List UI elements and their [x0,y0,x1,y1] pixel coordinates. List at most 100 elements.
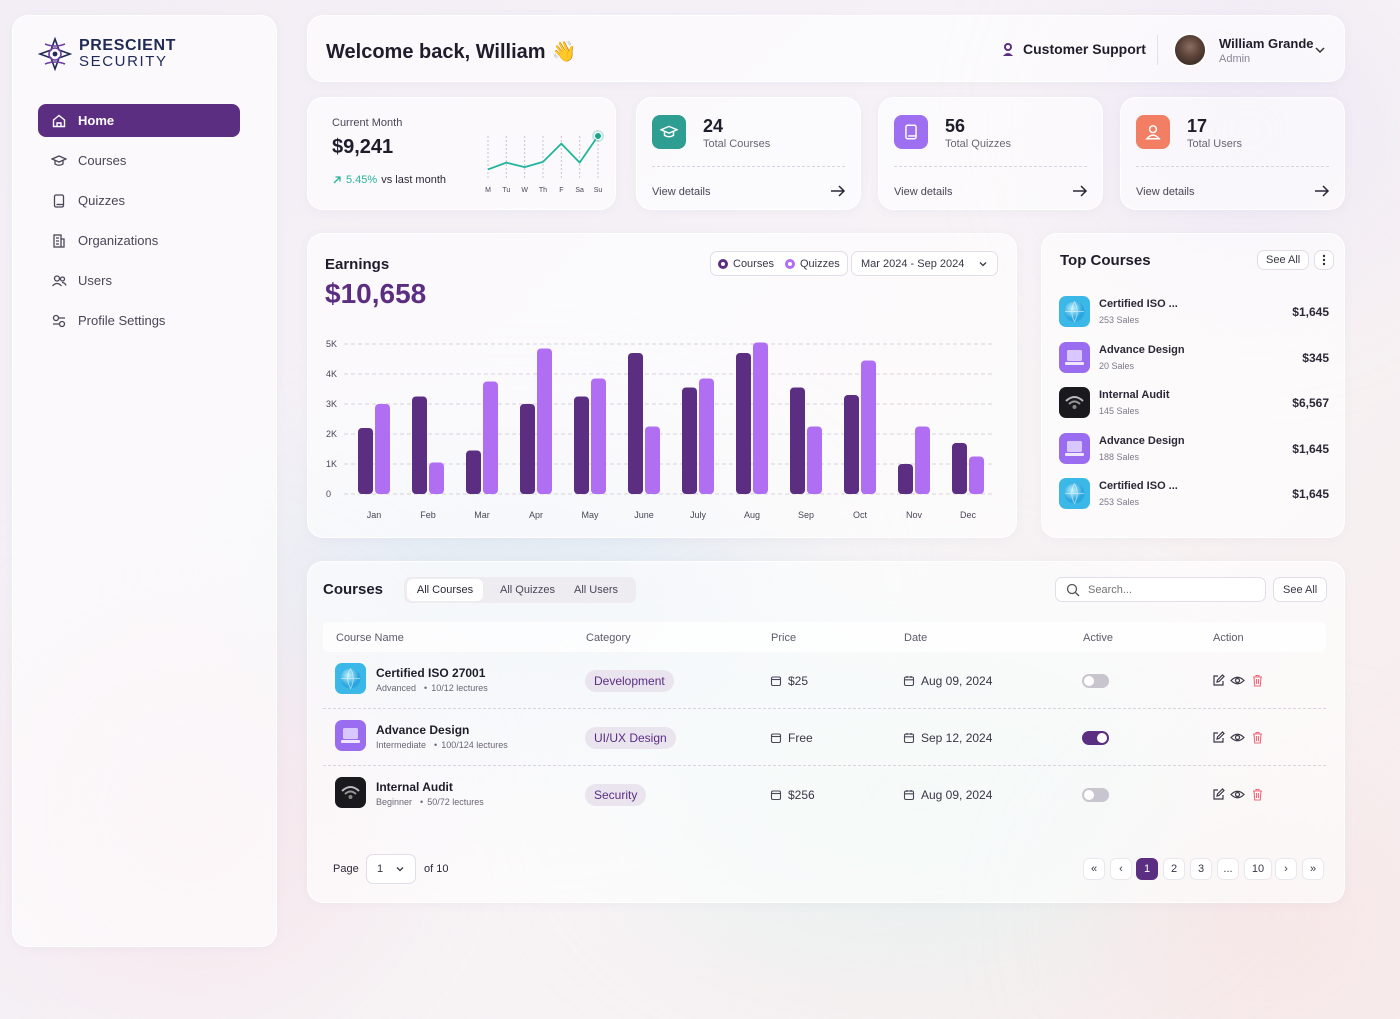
next-page-button[interactable]: › [1275,858,1297,880]
view-details-link[interactable]: View details [652,186,711,198]
chevron-down-icon[interactable] [1314,44,1326,56]
x-tick-label: Sep [798,510,814,520]
bar-courses[interactable] [952,443,967,494]
column-header: Category [586,632,631,644]
brand-logo[interactable]: PRESCIENT SECURITY [37,36,176,72]
top-course-item[interactable]: Certified ISO ... 253 Sales [1059,296,1329,327]
search-icon [1066,583,1080,596]
y-tick-label: 1K [326,459,337,469]
bar-quizzes[interactable] [969,456,984,495]
table-row[interactable]: Internal Audit Beginner • 50/72 lectures Sec… [323,766,1326,823]
edit-icon[interactable] [1212,731,1225,744]
bar-quizzes[interactable] [753,342,768,495]
bar-quizzes[interactable] [915,426,930,495]
legend-quizzes-dot[interactable] [784,258,795,269]
y-tick-label: 5K [326,339,337,349]
sidebar-item-organizations[interactable]: Organizations [38,224,240,257]
search-box[interactable] [1055,577,1266,602]
view-details-link[interactable]: View details [894,186,953,198]
active-toggle[interactable] [1082,788,1109,802]
top-course-item[interactable]: Advance Design 188 Sales [1059,432,1329,464]
page-select-value: 1 [377,863,384,875]
page-button[interactable]: 2 [1163,858,1185,880]
top-course-item[interactable]: Advance Design 20 Sales [1059,341,1329,373]
legend-quizzes-label[interactable]: Quizzes [800,258,840,270]
current-month-label: Current Month [332,117,403,129]
bar-quizzes[interactable] [537,348,552,495]
sidebar-item-users[interactable]: Users [38,264,240,297]
bar-courses[interactable] [412,396,427,495]
earnings-card: Earnings $10,658 Courses Quizzes Mar 202… [307,233,1017,538]
tab-all-quizzes[interactable]: All Quizzes [500,584,555,596]
bar-courses[interactable] [358,428,373,494]
page-select[interactable]: 1 [366,854,416,884]
tab-all-users[interactable]: All Users [574,584,618,596]
bar-quizzes[interactable] [699,378,714,495]
edit-icon[interactable] [1212,674,1225,687]
bar-quizzes[interactable] [429,462,444,495]
top-course-sales: 145 Sales [1099,406,1140,417]
arrow-right-icon[interactable] [1072,184,1088,198]
trash-icon[interactable] [1252,731,1263,744]
last-page-button[interactable]: » [1302,858,1324,880]
table-row[interactable]: Advance Design Intermediate • 100/124 lectu… [323,709,1326,766]
bar-courses[interactable] [628,353,643,494]
top-course-item[interactable]: Internal Audit 145 Sales [1059,387,1329,419]
bar-courses[interactable] [844,395,859,494]
eye-icon[interactable] [1230,731,1245,744]
view-details-link[interactable]: View details [1136,186,1195,198]
bar-courses[interactable] [790,387,805,495]
trash-icon[interactable] [1252,674,1263,687]
prev-page-button[interactable]: ‹ [1110,858,1132,880]
change-suffix: vs last month [381,174,447,186]
bar-courses[interactable] [466,450,481,495]
bar-courses[interactable] [574,396,589,495]
eye-icon[interactable] [1230,674,1245,687]
search-input[interactable] [1088,583,1248,596]
tab-all-courses[interactable]: All Courses [407,579,483,601]
bar-courses[interactable] [898,464,913,494]
eye-icon[interactable] [1230,788,1245,801]
table-row[interactable]: Certified ISO 27001 Advanced • 10/12 lectur… [323,652,1326,709]
date-range-select[interactable]: Mar 2024 - Sep 2024 [851,251,999,276]
sidebar-item-home[interactable]: Home [38,104,240,137]
top-courses-see-all-button[interactable]: See All [1257,250,1310,270]
bar-quizzes[interactable] [591,378,606,495]
top-course-name: Advance Design [1099,343,1185,356]
arrow-right-icon[interactable] [830,184,846,198]
customer-support-button[interactable]: Customer Support [1000,41,1146,57]
sidebar-item-courses[interactable]: Courses [38,144,240,177]
arrow-right-icon[interactable] [1314,184,1330,198]
bar-quizzes[interactable] [807,426,822,495]
bar-quizzes[interactable] [375,404,390,494]
edit-icon[interactable] [1212,788,1225,801]
page-ellipsis[interactable]: ... [1217,858,1239,880]
page-button[interactable]: 10 [1244,858,1272,880]
bar-quizzes[interactable] [483,381,498,495]
bar-courses[interactable] [682,387,697,495]
active-toggle[interactable] [1082,674,1109,688]
graduation-cap-icon [51,154,67,166]
page-button[interactable]: 3 [1190,858,1212,880]
bar-quizzes[interactable] [861,360,876,495]
wave-icon: 👋 [551,41,577,63]
first-page-button[interactable]: « [1083,858,1105,880]
top-course-name: Internal Audit [1099,389,1170,402]
legend-courses-label[interactable]: Courses [733,258,774,270]
avatar[interactable] [1173,33,1207,67]
page-button[interactable]: 1 [1136,858,1158,880]
courses-see-all-button[interactable]: See All [1273,577,1328,602]
trash-icon[interactable] [1252,788,1263,801]
legend-courses-dot[interactable] [718,258,728,269]
active-toggle[interactable] [1082,731,1109,745]
settings-icon [52,314,66,327]
top-course-item[interactable]: Certified ISO ... 253 Sales [1059,478,1329,510]
course-meta: Beginner • 50/72 lectures [376,797,484,807]
bar-quizzes[interactable] [645,426,660,495]
more-options-button[interactable] [1314,250,1334,270]
sidebar-item-quizzes[interactable]: Quizzes [38,184,240,217]
bar-courses[interactable] [520,404,535,494]
bar-courses[interactable] [736,353,751,494]
y-tick-label: 4K [326,369,337,379]
sidebar-item-profile-settings[interactable]: Profile Settings [38,304,240,337]
